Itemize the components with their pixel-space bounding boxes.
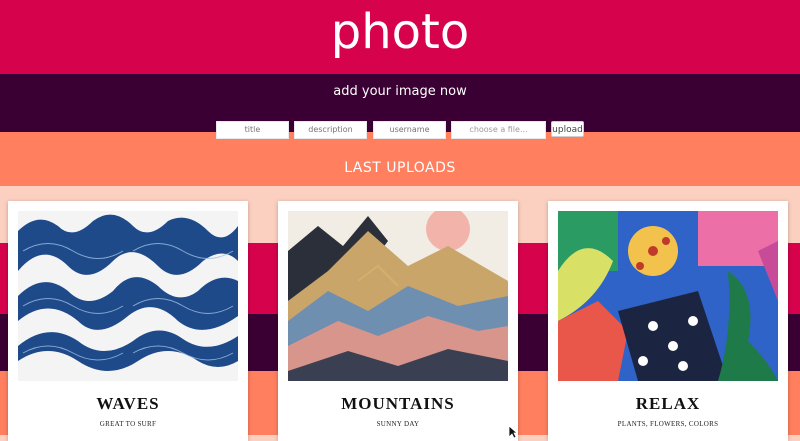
photo-card-relax[interactable]: RELAX PLANTS, FLOWERS, COLORS <box>548 201 788 441</box>
card-caption: SUNNY DAY <box>376 420 420 428</box>
photo-card-waves[interactable]: WAVES GREAT TO SURF <box>8 201 248 441</box>
waves-image <box>18 211 238 381</box>
upload-button[interactable]: upload <box>551 121 584 137</box>
mouse-cursor-icon <box>508 425 518 439</box>
upload-section <box>0 132 800 186</box>
relax-image <box>558 211 778 381</box>
photo-card-mountains[interactable]: MOUNTAINS SUNNY DAY <box>278 201 518 441</box>
site-title: photo <box>330 4 470 60</box>
header: photo <box>0 0 800 74</box>
mountains-image <box>288 211 508 381</box>
title-input[interactable] <box>216 121 289 139</box>
section-title: LAST UPLOADS <box>344 160 456 176</box>
username-input[interactable] <box>373 121 446 139</box>
upload-form: choose a file... upload <box>0 121 800 139</box>
card-title: WAVES <box>96 394 160 413</box>
card-title: MOUNTAINS <box>341 394 455 413</box>
card-caption: PLANTS, FLOWERS, COLORS <box>617 420 719 428</box>
card-caption: GREAT TO SURF <box>99 420 157 428</box>
card-title: RELAX <box>635 394 701 413</box>
subheader-text: add your image now <box>333 84 467 99</box>
description-input[interactable] <box>294 121 367 139</box>
file-picker[interactable]: choose a file... <box>451 121 546 139</box>
